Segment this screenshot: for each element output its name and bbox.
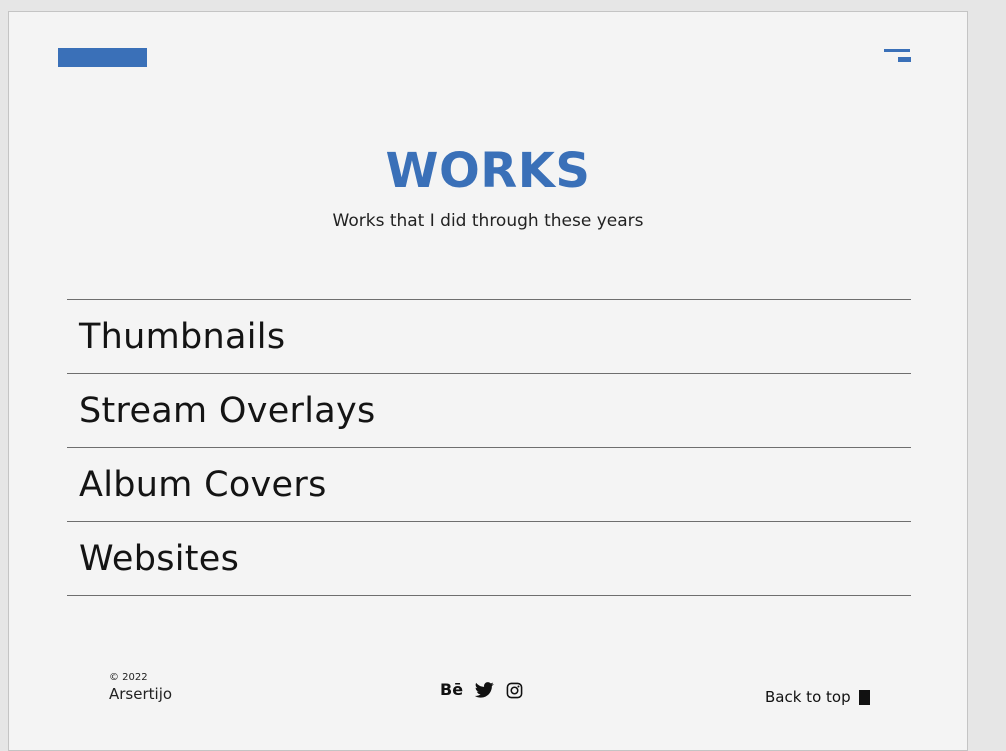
category-label: Album Covers: [79, 464, 327, 505]
category-item-websites[interactable]: Websites: [67, 522, 911, 596]
page-frame: WORKS Works that I did through these yea…: [8, 11, 968, 751]
menu-bar-bottom: [898, 57, 911, 62]
footer-name: Arsertijo: [109, 685, 173, 703]
behance-icon[interactable]: Bē: [440, 680, 463, 700]
social-links: Bē: [440, 680, 523, 700]
category-label: Thumbnails: [79, 316, 286, 357]
instagram-icon[interactable]: [506, 682, 523, 699]
category-item-thumbnails[interactable]: Thumbnails: [67, 300, 911, 374]
page-subtitle: Works that I did through these years: [332, 211, 644, 231]
page-title: WORKS: [385, 143, 591, 199]
hamburger-menu-icon[interactable]: [884, 49, 911, 63]
menu-bar-top: [884, 49, 910, 52]
category-label: Websites: [79, 538, 240, 579]
category-label: Stream Overlays: [79, 390, 376, 431]
back-to-top-label: Back to top: [765, 688, 851, 706]
works-category-list: Thumbnails Stream Overlays Album Covers …: [67, 299, 911, 596]
logo[interactable]: [58, 48, 147, 67]
arrow-up-icon: [858, 689, 870, 705]
footer-copyright: © 2022: [109, 672, 148, 683]
twitter-icon[interactable]: [475, 682, 494, 698]
category-item-album-covers[interactable]: Album Covers: [67, 448, 911, 522]
back-to-top-link[interactable]: Back to top: [765, 688, 870, 706]
category-item-stream-overlays[interactable]: Stream Overlays: [67, 374, 911, 448]
